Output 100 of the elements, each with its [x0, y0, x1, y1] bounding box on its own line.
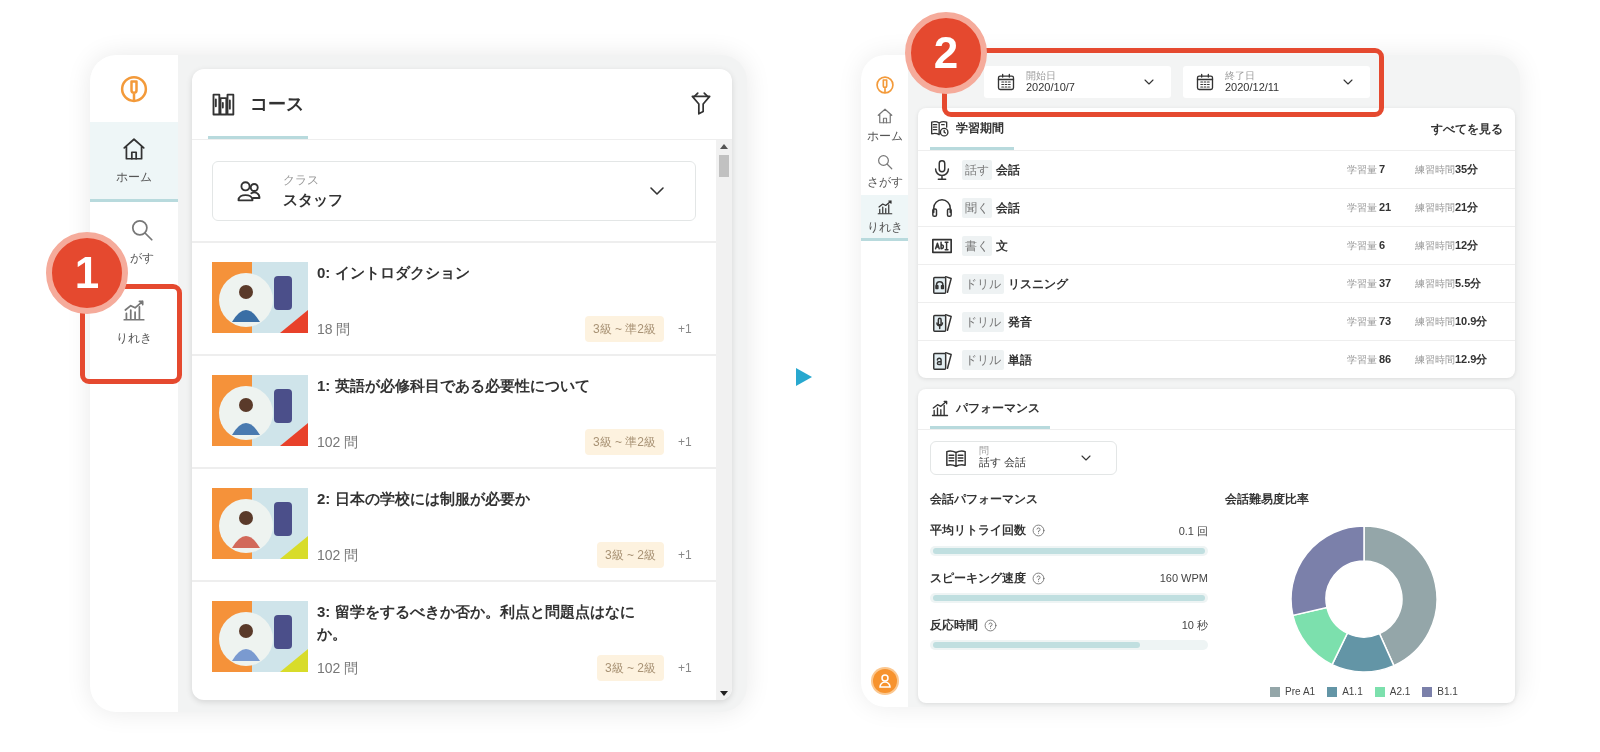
legend-label: Pre A1	[1285, 685, 1316, 700]
book-icon	[945, 447, 967, 469]
home-icon	[875, 107, 894, 125]
amount-value: 37	[1379, 276, 1393, 292]
sidebar-item[interactable]: がす	[129, 217, 155, 267]
course-item[interactable]: 0: イントロダクション 18 問 3級 ~ 準2級 +1	[192, 241, 716, 354]
study-row[interactable]: 話す 会話 学習量 7 練習時間35分	[918, 150, 1515, 188]
course-title: 3: 留学をするべきか否か。利点と問題点はなにか。	[317, 602, 636, 644]
tab[interactable]: 学習期間	[930, 108, 1014, 150]
time-value: 10.9分	[1455, 314, 1489, 330]
legend-label: A2.1	[1389, 685, 1411, 700]
row-title: 文	[996, 237, 1009, 255]
metric-label: 反応時間	[930, 617, 978, 633]
metric-label: スピーキング速度	[930, 570, 1026, 586]
more-count: +1	[678, 321, 693, 338]
calendar-icon	[1195, 72, 1215, 92]
metric-value: 160 WPM	[1159, 570, 1208, 586]
course-item[interactable]: 1: 英語が必修科目である必要性について 102 問 3級 ~ 準2級 +1	[192, 354, 716, 467]
date-select[interactable]: 開始日 2020/10/7	[984, 66, 1171, 98]
course-title: 2: 日本の学校には制服が必要か	[317, 489, 531, 509]
more-count: +1	[678, 660, 693, 677]
amount-value: 73	[1379, 314, 1393, 330]
see-all-link[interactable]: すべてを見る	[1431, 120, 1503, 138]
row-title: 発音	[1008, 313, 1033, 331]
help-icon[interactable]	[1032, 571, 1045, 585]
more-count: +1	[678, 434, 693, 451]
arrow-icon	[796, 368, 812, 386]
study-row[interactable]: ドリル 単語 学習量 86 練習時間12.9分	[918, 340, 1515, 378]
course-item[interactable]: 3: 留学をするべきか否か。利点と問題点はなにか。 102 問 3級 ~ 2級 +1	[192, 580, 716, 693]
row-title: 単語	[1008, 351, 1033, 369]
grade-tag: 3級 ~ 2級	[596, 655, 664, 681]
class-select[interactable]: クラス スタッフ	[212, 161, 696, 221]
metric-value: 10 秒	[1181, 618, 1208, 634]
sidebar-item[interactable]: りれき	[861, 195, 908, 241]
amount-label: 学習量	[1347, 201, 1378, 215]
question-count: 102 問	[317, 658, 359, 678]
time-label: 練習時間	[1415, 201, 1455, 215]
step-badge: 1	[46, 232, 128, 314]
time-label: 練習時間	[1415, 239, 1455, 253]
amount-label: 学習量	[1347, 163, 1378, 177]
scrollbar[interactable]	[716, 140, 732, 700]
study-row[interactable]: ドリル 発音 学習量 73 練習時間10.9分	[918, 302, 1515, 340]
headphones-icon	[931, 196, 953, 219]
row-title: 会話	[996, 199, 1021, 217]
time-value: 35分	[1455, 162, 1480, 178]
skill-tag: ドリル	[962, 311, 1004, 332]
logo	[119, 73, 149, 104]
help-icon[interactable]	[984, 618, 997, 632]
amount-value: 86	[1379, 352, 1393, 368]
help-icon[interactable]	[1032, 524, 1045, 538]
amount-label: 学習量	[1347, 239, 1378, 253]
course-title: 0: イントロダクション	[317, 263, 471, 283]
time-value: 5.5分	[1455, 276, 1483, 292]
row-title: 会話	[996, 161, 1021, 179]
step-badge: 2	[905, 12, 987, 94]
avatar[interactable]	[870, 667, 899, 695]
sidebar-item[interactable]: ホーム	[866, 107, 903, 145]
amount-value: 6	[1379, 238, 1387, 254]
sidebar-item[interactable]: さがす	[866, 153, 903, 191]
tab[interactable]: コース	[208, 69, 308, 139]
amount-label: 学習量	[1347, 277, 1378, 291]
metric-label: 平均リトライ回数	[930, 523, 1026, 539]
skill-tag: 書く	[962, 235, 992, 256]
sidebar-item[interactable]: ホーム	[90, 122, 178, 202]
time-label: 練習時間	[1415, 163, 1455, 177]
study-row[interactable]: 書く 文 学習量 6 練習時間12分	[918, 226, 1515, 264]
metric-value: 0.1 回	[1178, 523, 1208, 539]
filter-icon[interactable]	[688, 91, 714, 117]
section-title: 会話難易度比率	[1225, 491, 1310, 507]
study-row[interactable]: 聞く 会話 学習量 21 練習時間21分	[918, 188, 1515, 226]
question-count: 102 問	[317, 545, 359, 565]
question-count: 102 問	[317, 432, 359, 452]
more-count: +1	[678, 547, 693, 564]
time-value: 21分	[1455, 200, 1480, 216]
amount-label: 学習量	[1347, 315, 1378, 329]
tab[interactable]: パフォーマンス	[930, 389, 1050, 429]
calendar-icon	[996, 72, 1016, 92]
study-row[interactable]: ドリル リスニング 学習量 37 練習時間5.5分	[918, 264, 1515, 302]
course-title: 1: 英語が必修科目である必要性について	[317, 376, 591, 396]
row-title: リスニング	[1008, 275, 1070, 293]
section-title: 会話パフォーマンス	[930, 492, 1039, 507]
search-icon	[129, 217, 155, 243]
search-icon	[875, 153, 894, 171]
time-value: 12.9分	[1455, 352, 1489, 368]
time-label: 練習時間	[1415, 353, 1455, 367]
amount-label: 学習量	[1347, 353, 1378, 367]
time-label: 練習時間	[1415, 277, 1455, 291]
chart-icon	[875, 197, 894, 216]
grade-tag: 3級 ~ 準2級	[584, 429, 664, 455]
amount-value: 7	[1379, 162, 1387, 178]
question-select[interactable]: 問 話す 会話	[930, 441, 1117, 475]
sidebar-item[interactable]: りれき	[116, 297, 152, 347]
chart-icon	[121, 297, 147, 323]
skill-tag: 聞く	[962, 197, 992, 218]
legend-label: B1.1	[1437, 685, 1458, 700]
date-select[interactable]: 終了日 2020/12/11	[1183, 66, 1370, 98]
grade-tag: 3級 ~ 2級	[596, 542, 664, 568]
time-label: 練習時間	[1415, 315, 1455, 329]
skill-tag: 話す	[962, 159, 992, 180]
course-item[interactable]: 2: 日本の学校には制服が必要か 102 問 3級 ~ 2級 +1	[192, 467, 716, 580]
